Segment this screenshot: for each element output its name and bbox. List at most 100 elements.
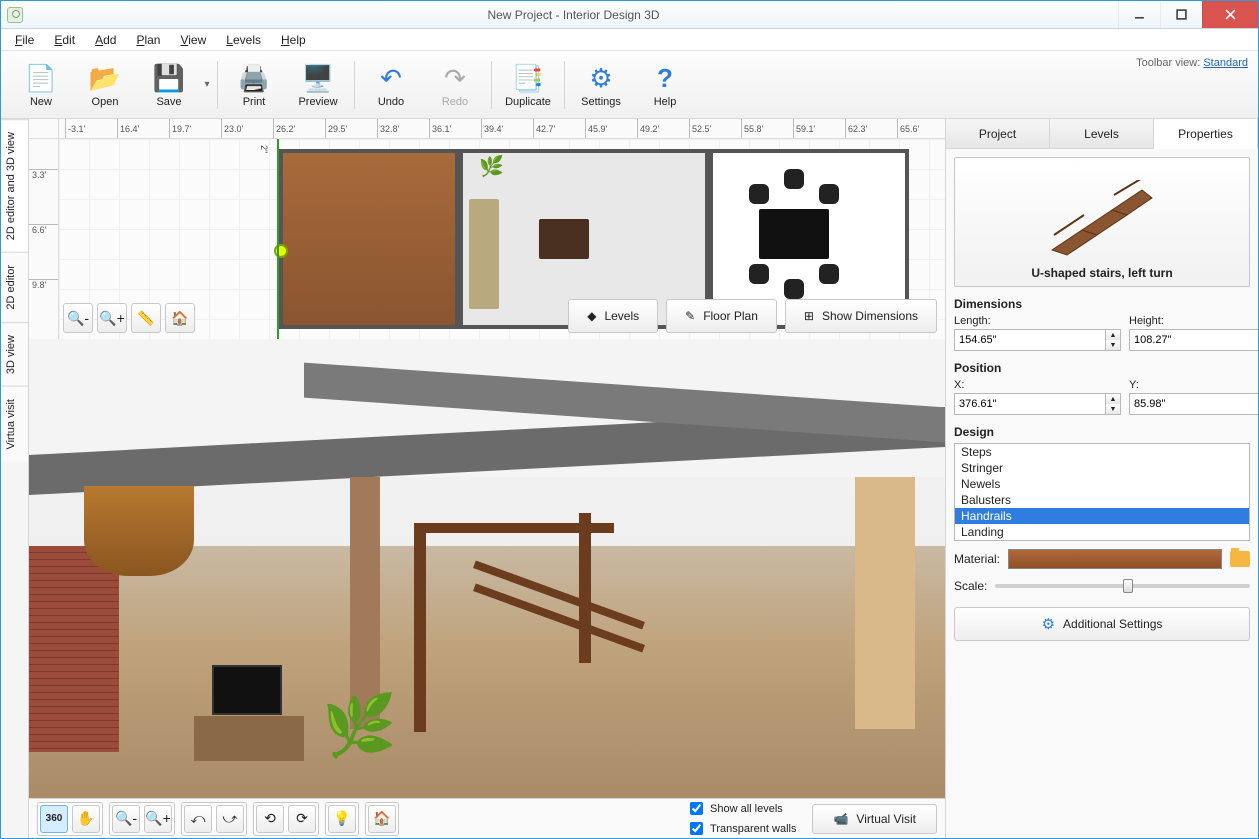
floorplan-button[interactable]: ✎Floor Plan	[666, 299, 777, 333]
menu-add[interactable]: Add	[87, 31, 124, 49]
rotate-cw-button[interactable]: ⤻	[216, 805, 244, 833]
minimize-button[interactable]	[1118, 1, 1160, 28]
show-all-levels-checkbox[interactable]: Show all levels	[686, 799, 796, 818]
panel-tab-levels[interactable]: Levels	[1050, 119, 1154, 148]
transparent-walls-checkbox[interactable]: Transparent walls	[686, 819, 796, 838]
ruler-tick: 23.0'	[221, 119, 243, 138]
x-input[interactable]: ▲▼	[954, 393, 1121, 415]
furniture-table[interactable]	[759, 209, 829, 259]
tab-2d-3d[interactable]: 2D editor and 3D view	[1, 119, 28, 252]
length-input[interactable]: ▲▼	[954, 329, 1121, 351]
tilt-up-button[interactable]: ⟲	[256, 805, 284, 833]
virtual-visit-button[interactable]: 📹Virtual Visit	[812, 804, 937, 834]
ruler-h-track[interactable]: -3.1'16.4'19.7'23.0'26.2'29.5'32.8'36.1'…	[59, 119, 945, 138]
settings-icon: ⚙	[589, 62, 612, 96]
spin-up-icon[interactable]: ▲	[1106, 330, 1120, 340]
menu-file[interactable]: File	[7, 31, 42, 49]
virtual-visit-label: Virtual Visit	[856, 812, 916, 826]
open-button[interactable]: 📂Open	[73, 55, 137, 115]
showdim-button[interactable]: ⊞Show Dimensions	[785, 299, 937, 333]
material-swatch[interactable]	[1008, 549, 1222, 569]
furniture-chair[interactable]	[784, 169, 804, 189]
ruler-tick: 59.1'	[793, 119, 815, 138]
rotate-ccw-button[interactable]: ⤺	[184, 805, 212, 833]
save-button[interactable]: 💾Save	[137, 55, 201, 115]
menu-view[interactable]: View	[172, 31, 214, 49]
duplicate-button[interactable]: 📑Duplicate	[496, 55, 560, 115]
zoom-in-button[interactable]: 🔍+	[97, 303, 127, 333]
menu-help[interactable]: Help	[273, 31, 314, 49]
furniture-chair[interactable]	[749, 264, 769, 284]
undo-icon: ↶	[380, 62, 402, 96]
window-controls	[1118, 1, 1258, 28]
spin-up-icon[interactable]: ▲	[1106, 394, 1120, 404]
height-input[interactable]: ▲▼	[1129, 329, 1258, 351]
furniture-cabinet[interactable]	[539, 219, 589, 259]
ruler-tick: 52.5'	[689, 119, 711, 138]
slider-thumb[interactable]	[1123, 579, 1133, 593]
new-file-icon: 📄	[25, 62, 57, 96]
design-list-item[interactable]: Landing	[955, 524, 1249, 540]
tab-2d-editor[interactable]: 2D editor	[1, 252, 28, 322]
guide-line-vertical[interactable]	[277, 139, 279, 339]
spin-down-icon[interactable]: ▼	[1106, 340, 1120, 350]
home-icon: 🏠	[171, 310, 188, 327]
new-button[interactable]: 📄New	[9, 55, 73, 115]
2d-editor-pane[interactable]: 3.3'6.6'9.8' 🌿 2	[29, 139, 945, 339]
tilt-down-button[interactable]: ⟳	[288, 805, 316, 833]
design-parts-list[interactable]: StepsStringerNewelsBalustersHandrailsLan…	[954, 443, 1250, 541]
lighting-button[interactable]: 💡	[328, 805, 356, 833]
design-list-item[interactable]: Steps	[955, 444, 1249, 460]
panel-tab-project[interactable]: Project	[946, 119, 1050, 148]
tab-3d-view[interactable]: 3D view	[1, 322, 28, 386]
design-list-item[interactable]: Balusters	[955, 492, 1249, 508]
browse-material-button[interactable]	[1230, 551, 1250, 567]
dimensions-icon: ⊞	[804, 309, 814, 323]
preview-button[interactable]: 🖥️Preview	[286, 55, 350, 115]
zoom-out-3d-button[interactable]: 🔍-	[112, 805, 140, 833]
zoom-out-button[interactable]: 🔍-	[63, 303, 93, 333]
additional-settings-button[interactable]: ⚙Additional Settings	[954, 607, 1250, 641]
undo-button[interactable]: ↶Undo	[359, 55, 423, 115]
furniture-chair[interactable]	[819, 264, 839, 284]
transparent-walls-input[interactable]	[690, 822, 703, 835]
additional-settings-label: Additional Settings	[1063, 617, 1162, 631]
furniture-chair[interactable]	[819, 184, 839, 204]
maximize-button[interactable]	[1160, 1, 1202, 28]
save-dropdown[interactable]: ▾	[201, 55, 213, 115]
panel-tab-properties[interactable]: Properties	[1154, 119, 1258, 149]
home-3d-button[interactable]: 🏠	[368, 805, 396, 833]
orbit360-button[interactable]: 360	[40, 805, 68, 833]
furniture-chair[interactable]	[784, 279, 804, 299]
levels-button[interactable]: ◆Levels	[568, 299, 658, 333]
close-button[interactable]	[1202, 1, 1258, 28]
toolbar-view-link[interactable]: Standard	[1203, 57, 1248, 69]
tab-virtual-visit[interactable]: Virtua visit	[1, 386, 28, 462]
menu-plan[interactable]: Plan	[128, 31, 168, 49]
design-list-item[interactable]: Stringer	[955, 460, 1249, 476]
print-button[interactable]: 🖨️Print	[222, 55, 286, 115]
furniture-sofa[interactable]	[469, 199, 499, 309]
show-all-levels-input[interactable]	[690, 802, 703, 815]
y-input[interactable]: ▲▼	[1129, 393, 1258, 415]
ruler-vertical[interactable]: 3.3'6.6'9.8'	[29, 139, 59, 339]
menu-levels[interactable]: Levels	[218, 31, 269, 49]
design-list-item[interactable]: Handrails	[955, 508, 1249, 524]
3d-view-pane[interactable]: 🌿	[29, 339, 945, 798]
scale-slider[interactable]	[995, 584, 1250, 588]
zoom-in-3d-button[interactable]: 🔍+	[144, 805, 172, 833]
pan-button[interactable]: ✋	[72, 805, 100, 833]
home-button[interactable]: 🏠	[165, 303, 195, 333]
settings-button[interactable]: ⚙Settings	[569, 55, 633, 115]
spin-down-icon[interactable]: ▼	[1106, 404, 1120, 414]
menu-edit[interactable]: Edit	[46, 31, 83, 49]
measure-button[interactable]: 📏	[131, 303, 161, 333]
design-list-item[interactable]: Newels	[955, 476, 1249, 492]
redo-button[interactable]: ↷Redo	[423, 55, 487, 115]
furniture-plant[interactable]: 🌿	[479, 154, 504, 179]
center-column: -3.1'16.4'19.7'23.0'26.2'29.5'32.8'36.1'…	[29, 119, 946, 838]
show-all-levels-label: Show all levels	[710, 803, 783, 815]
furniture-chair[interactable]	[749, 184, 769, 204]
print-icon: 🖨️	[238, 62, 270, 96]
help-button[interactable]: ?Help	[633, 55, 697, 115]
